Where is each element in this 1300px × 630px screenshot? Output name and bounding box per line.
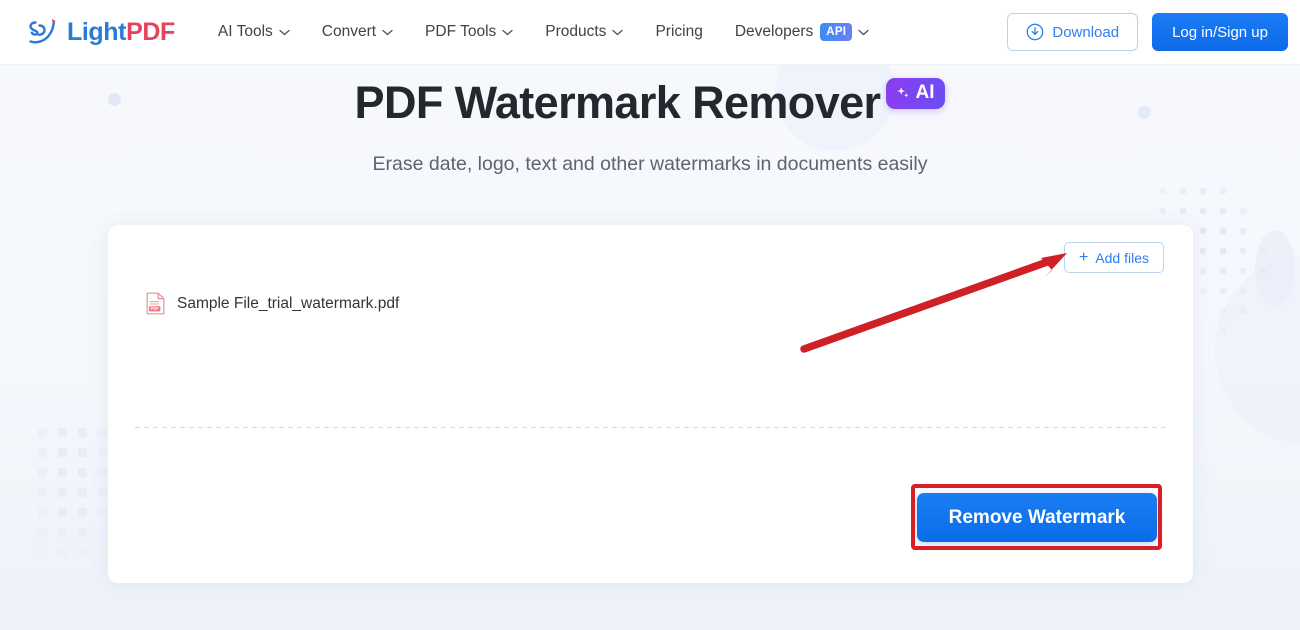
chevron-down-icon xyxy=(279,29,290,36)
pdf-file-icon: PDF xyxy=(146,292,165,315)
ai-badge-label: AI xyxy=(915,82,935,103)
file-name: Sample File_trial_watermark.pdf xyxy=(177,294,400,312)
logo-text-light: Light xyxy=(67,17,127,46)
plus-icon: + xyxy=(1078,248,1089,266)
svg-text:PDF: PDF xyxy=(151,306,160,311)
lightpdf-logo-icon xyxy=(26,16,62,48)
remove-watermark-label: Remove Watermark xyxy=(948,506,1126,528)
remove-watermark-button[interactable]: Remove Watermark xyxy=(917,493,1157,542)
download-button-label: Download xyxy=(1052,23,1120,41)
chevron-down-icon xyxy=(502,29,513,36)
nav-item-pdf-tools[interactable]: PDF Tools xyxy=(409,0,529,64)
section-divider xyxy=(135,427,1166,428)
list-item[interactable]: PDF Sample File_trial_watermark.pdf xyxy=(146,292,399,315)
nav-label-developers: Developers xyxy=(734,23,814,40)
chevron-down-icon xyxy=(858,29,869,36)
site-header: LightPDF AI Tools Convert PDF Tools Prod… xyxy=(0,0,1300,65)
nav-item-pricing[interactable]: Pricing xyxy=(639,0,718,64)
page-subtitle: Erase date, logo, text and other waterma… xyxy=(372,153,928,175)
nav-item-developers[interactable]: Developers API xyxy=(719,0,885,64)
nav-label-ai-tools: AI Tools xyxy=(217,23,273,40)
nav-label-pdf-tools: PDF Tools xyxy=(425,23,497,40)
nav-label-products: Products xyxy=(545,23,607,40)
download-icon xyxy=(1026,23,1044,41)
nav-item-convert[interactable]: Convert xyxy=(306,0,409,64)
header-actions: Download Log in/Sign up xyxy=(1007,13,1288,51)
sparkle-icon xyxy=(895,85,911,101)
login-signup-label: Log in/Sign up xyxy=(1172,23,1268,41)
download-button[interactable]: Download xyxy=(1007,13,1139,51)
login-signup-button[interactable]: Log in/Sign up xyxy=(1152,13,1288,51)
nav-item-ai-tools[interactable]: AI Tools xyxy=(202,0,306,64)
main-navigation: AI Tools Convert PDF Tools Products Pric xyxy=(202,0,885,64)
add-files-label: Add files xyxy=(1095,249,1149,266)
file-workspace-card: + Add files PDF Sample File_trial_waterm… xyxy=(108,225,1193,583)
add-files-button[interactable]: + Add files xyxy=(1063,242,1164,273)
logo[interactable]: LightPDF xyxy=(26,12,175,52)
page-title-row: PDF Watermark Remover AI xyxy=(0,75,1300,131)
api-badge: API xyxy=(820,23,853,41)
nav-label-convert: Convert xyxy=(321,23,377,40)
page-title: PDF Watermark Remover xyxy=(354,77,882,128)
nav-label-pricing: Pricing xyxy=(655,23,703,40)
ai-badge: AI xyxy=(886,78,946,109)
nav-item-products[interactable]: Products xyxy=(529,0,639,64)
chevron-down-icon xyxy=(612,29,624,36)
logo-text-pdf: PDF xyxy=(126,17,175,46)
chevron-down-icon xyxy=(382,29,393,36)
